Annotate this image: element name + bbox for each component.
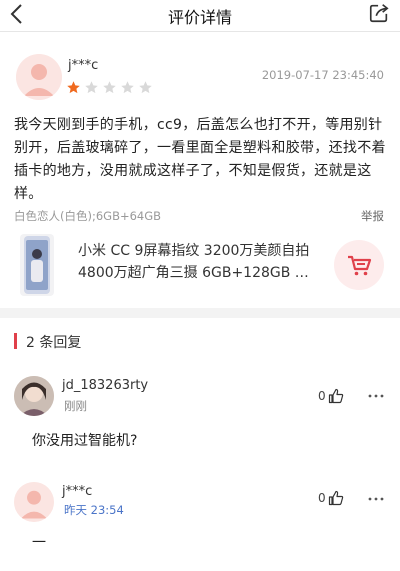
thumbs-up-icon	[328, 388, 343, 404]
section-accent-bar	[14, 333, 17, 349]
reply-text: 一	[32, 535, 46, 551]
star-icon	[103, 81, 116, 94]
page-title: 评价详情	[167, 8, 232, 27]
top-nav-bar: 评价详情	[0, 0, 400, 30]
star-icon	[121, 81, 134, 94]
reply-username: j***c	[62, 484, 93, 499]
more-options-icon[interactable]	[368, 496, 384, 502]
product-name-line-2: 4800万超广角三摄 6GB+128GB 白...	[78, 265, 318, 281]
header-divider	[0, 31, 400, 32]
reply-time: 刚刚	[64, 399, 87, 413]
like-button[interactable]: 0	[318, 490, 344, 506]
avatar[interactable]	[14, 376, 54, 416]
more-options-icon[interactable]	[368, 393, 384, 399]
avatar[interactable]	[16, 54, 62, 100]
product-name: 小米 CC 9屏幕指纹 3200万美颜自拍 4800万超广角三摄 6GB+128…	[78, 240, 318, 284]
star-icon	[85, 81, 98, 94]
reply-text: 你没用过智能机?	[32, 433, 138, 449]
cart-icon	[348, 255, 372, 276]
share-icon[interactable]	[368, 2, 390, 24]
review-text: 我今天刚到手的手机，cc9，后盖怎么也打不开，等用别针别开，后盖玻璃碎了，一看里…	[14, 117, 386, 202]
default-avatar-icon	[16, 54, 62, 100]
star-icon	[139, 81, 152, 94]
replies-count: 2 条回复	[26, 335, 82, 351]
like-button[interactable]: 0	[318, 388, 344, 404]
user-photo-icon	[14, 376, 54, 416]
rating-stars	[66, 80, 156, 96]
review-date: 2019-07-17 23:45:40	[261, 68, 384, 82]
like-count: 0	[318, 491, 326, 505]
product-variant: 白色恋人(白色);6GB+64GB	[14, 209, 162, 223]
avatar[interactable]	[14, 482, 54, 522]
report-link[interactable]: 举报	[361, 208, 384, 224]
star-icon	[67, 81, 80, 94]
section-divider	[0, 308, 400, 318]
product-image	[20, 234, 54, 296]
add-to-cart-button[interactable]	[334, 240, 384, 290]
phone-image-icon	[24, 236, 50, 294]
reply-username: jd_183263rty	[62, 378, 149, 393]
product-name-line-1: 小米 CC 9屏幕指纹 3200万美颜自拍	[78, 243, 310, 259]
thumbs-up-icon	[328, 490, 343, 506]
like-count: 0	[318, 389, 326, 403]
replies-header: 2 条回复	[0, 330, 400, 352]
reviewer-name: j***c	[68, 58, 99, 73]
reply-time: 昨天 23:54	[64, 503, 124, 517]
product-card[interactable]: 小米 CC 9屏幕指纹 3200万美颜自拍 4800万超广角三摄 6GB+128…	[14, 234, 386, 296]
default-avatar-icon	[14, 482, 54, 522]
